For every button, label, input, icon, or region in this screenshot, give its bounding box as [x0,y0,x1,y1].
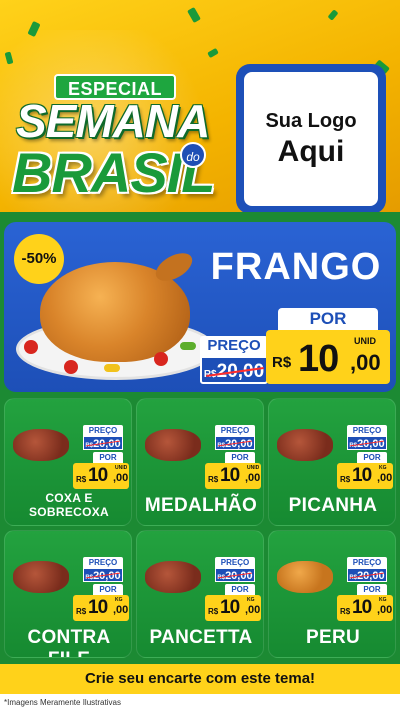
product-card-contra-file[interactable]: PREÇO R$20,00 POR R$ 10 KG ,00 CONTRA FI… [4,530,132,658]
product-name: PANCETTA [149,627,253,648]
preco-label: PREÇO [347,557,387,568]
product-card-coxa[interactable]: PREÇO R$20,00 POR R$ 10 UNID ,00 COXA E … [4,398,132,526]
pepper-icon [104,364,120,372]
medalhao-image [141,419,205,469]
currency: R$ [340,475,351,484]
meat-shape [13,429,69,461]
promo-title: ESPECIAL SEMANA BRASIL do [10,70,230,204]
old-price: R$20,00 [83,568,123,582]
currency: R$ [340,607,351,616]
price-unit: KG [379,465,387,471]
confetti-icon [327,9,339,21]
price-integer: 10 [352,465,372,486]
meat-shape [145,561,201,593]
discount-badge: -50% [14,234,64,284]
preco-label: PREÇO [83,425,123,436]
header-banner: ESPECIAL SEMANA BRASIL do Sua Logo Aqui [0,0,400,218]
hero-price-tag: R$ 10 UNID ,00 [266,330,390,384]
hero-por-label: POR [278,308,378,330]
price-unit: KG [379,597,387,603]
price-integer: 10 [352,597,372,618]
preco-label: PREÇO [347,425,387,436]
currency: R$ [76,607,87,616]
currency: R$ [208,607,219,616]
coxa-image [9,419,73,469]
tomato-icon [24,340,38,354]
price-tag: R$ 10 KG ,00 [73,595,129,621]
product-name: PERU [306,627,360,648]
price-integer: 10 [88,465,108,486]
por-label: POR [225,452,255,463]
pancetta-image [141,551,205,601]
price-tag: R$ 10 KG ,00 [205,595,261,621]
price-tag: R$ 10 KG ,00 [337,595,393,621]
logo-line2: Aqui [277,134,345,168]
logo-placeholder[interactable]: Sua Logo Aqui [236,64,386,214]
tomato-icon [64,360,78,374]
price-decimal: ,00 [113,604,129,616]
picanha-image [273,419,337,469]
product-card-picanha[interactable]: PREÇO R$20,00 POR R$ 10 KG ,00 PICANHA [268,398,396,526]
preco-label: PREÇO [215,557,255,568]
price-unit: KG [115,597,123,603]
product-name: PICANHA [288,495,378,516]
price-decimal: ,00 [377,604,393,616]
old-price: R$20,00 [347,436,387,450]
product-name: MEDALHÃO [144,495,258,516]
meat-shape [145,429,201,461]
por-label: POR [357,584,387,595]
price-tag: R$ 10 KG ,00 [337,463,393,489]
old-price: R$20,00 [215,436,255,450]
price-integer: 10 [88,597,108,618]
hero-price-unit: UNID [354,336,376,346]
tomato-icon [154,352,168,366]
old-price: R$20,00 [83,436,123,450]
hero-old-price: R$20,00 [200,356,268,384]
title-do: do [180,142,206,168]
por-label: POR [93,584,123,595]
por-label: POR [225,584,255,595]
meat-shape [277,429,333,461]
logo-inner: Sua Logo Aqui [244,72,378,206]
price-decimal: ,00 [113,472,129,484]
confetti-icon [187,6,201,24]
hero-product-name: FRANGO [210,246,382,288]
hero-currency: R$ [272,354,292,371]
price-unit: KG [247,597,255,603]
hero-price-decimal: ,00 [350,350,381,375]
preco-label: PREÇO [83,557,123,568]
por-label: POR [93,452,123,463]
product-name: COXA E SOBRECOXA [28,491,110,519]
product-card-medalhao[interactable]: PREÇO R$20,00 POR R$ 10 UNID ,00 MEDALHÃ… [136,398,264,526]
peru-image [273,551,337,601]
price-decimal: ,00 [377,472,393,484]
currency: R$ [208,475,219,484]
price-decimal: ,00 [245,604,261,616]
old-price: R$20,00 [215,568,255,582]
currency: R$ [76,475,87,484]
meat-shape [13,561,69,593]
hero-price-integer: 10 [298,338,339,380]
price-unit: UNID [247,465,260,471]
price-integer: 10 [220,597,240,618]
price-integer: 10 [220,465,240,486]
pepper-icon [180,342,196,350]
price-tag: R$ 10 UNID ,00 [73,463,129,489]
hero-preco-label: PREÇO [200,336,268,356]
price-unit: UNID [115,465,128,471]
cta-banner[interactable]: Crie seu encarte com este tema! [0,664,400,694]
price-tag: R$ 10 UNID ,00 [205,463,261,489]
preco-label: PREÇO [215,425,255,436]
meat-shape [277,561,333,593]
product-card-peru[interactable]: PREÇO R$20,00 POR R$ 10 KG ,00 PERU [268,530,396,658]
product-card-pancetta[interactable]: PREÇO R$20,00 POR R$ 10 KG ,00 PANCETTA [136,530,264,658]
old-price: R$20,00 [347,568,387,582]
por-label: POR [357,452,387,463]
product-name: CONTRA FILE [27,627,111,657]
logo-line1: Sua Logo [265,109,357,132]
price-decimal: ,00 [245,472,261,484]
contra-file-image [9,551,73,601]
disclaimer-note: *Imagens Meramente Ilustrativas [0,694,400,711]
